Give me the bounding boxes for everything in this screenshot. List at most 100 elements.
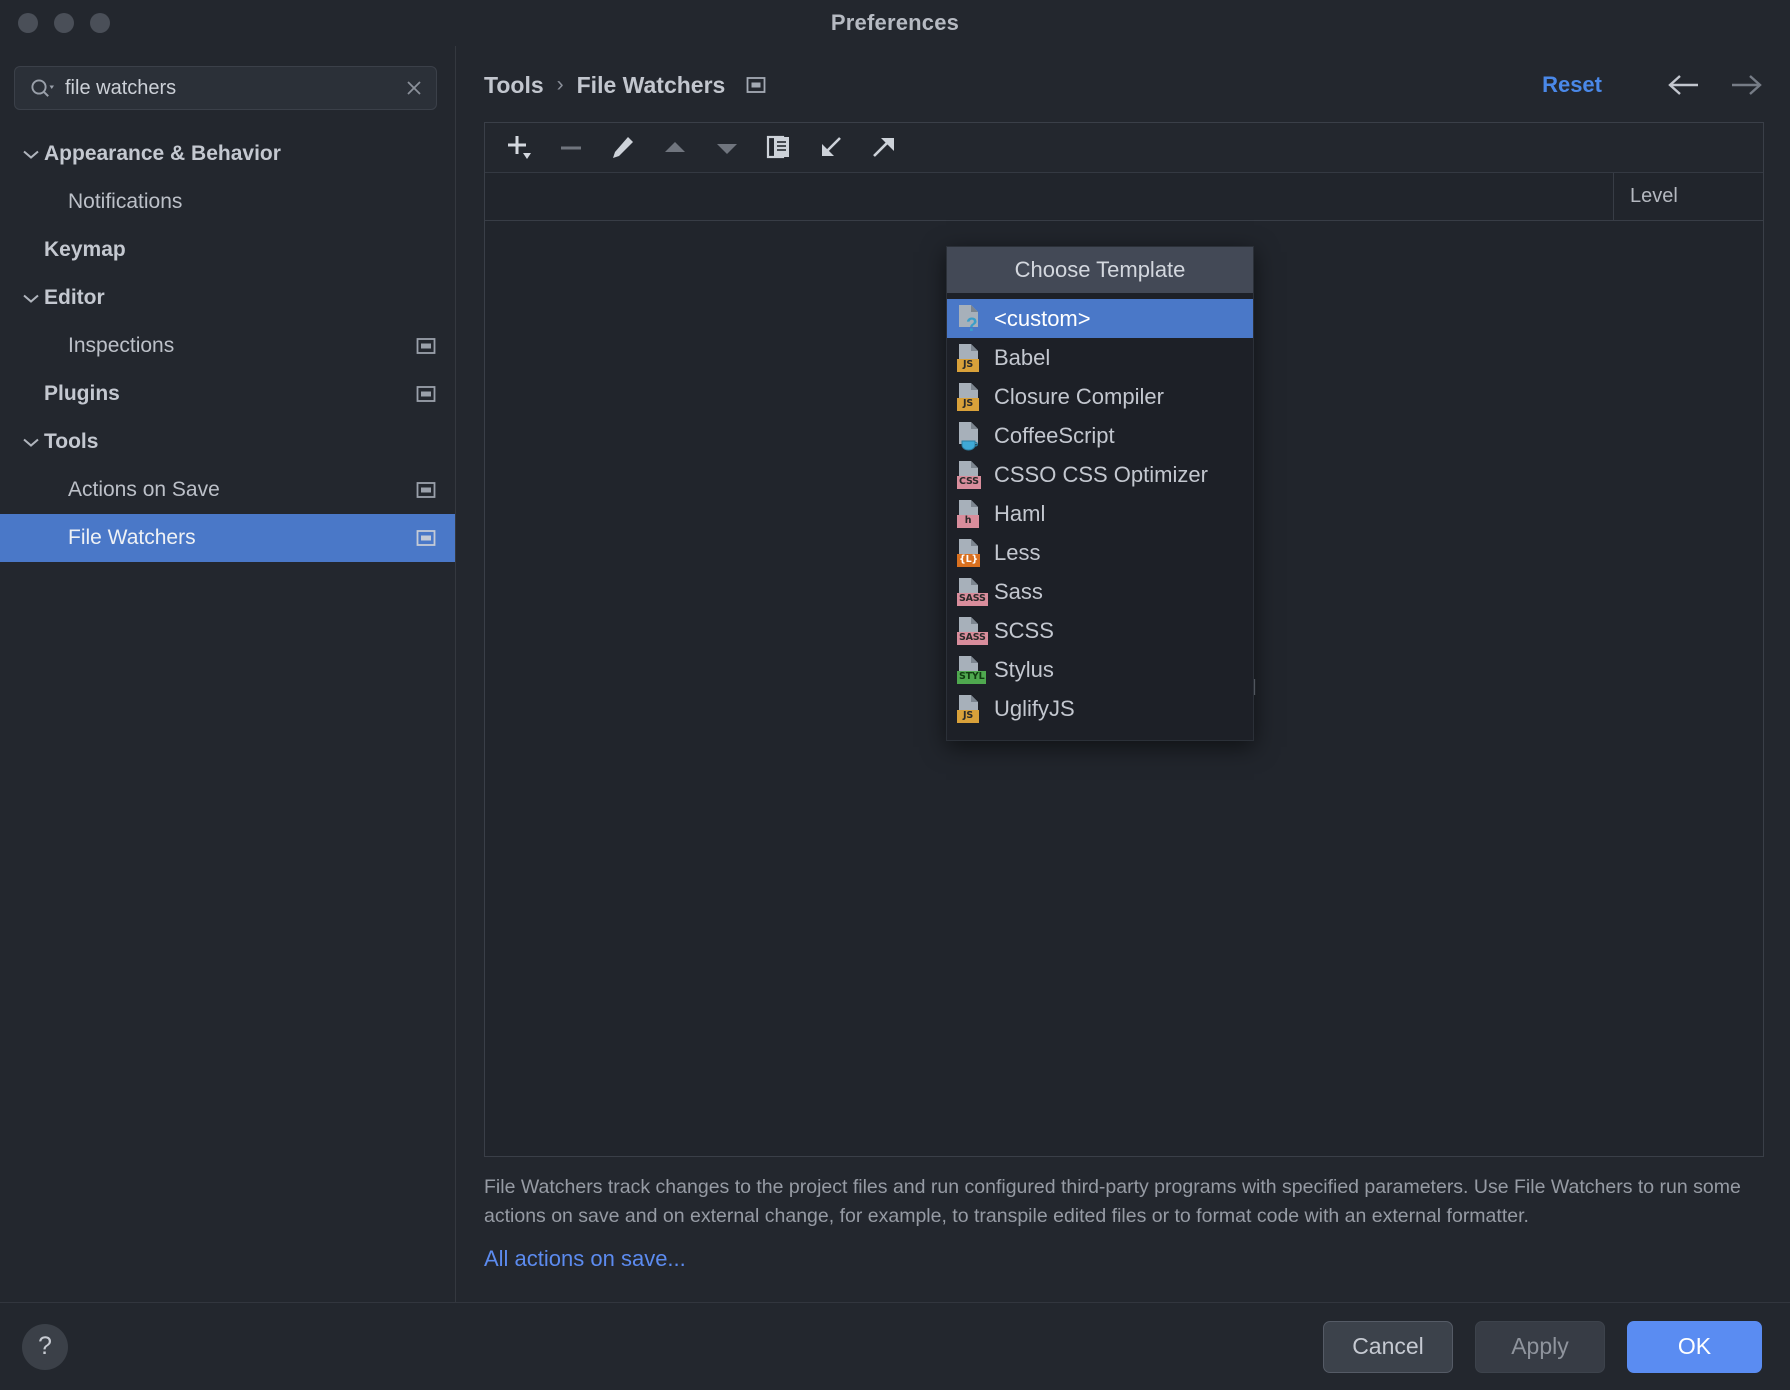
chevron-down-icon[interactable] <box>18 292 44 304</box>
sidebar-item-notifications[interactable]: Notifications <box>0 178 455 226</box>
column-header-level[interactable]: Level <box>1613 173 1763 220</box>
template-item-label: Stylus <box>994 656 1054 682</box>
file-type-badge: SASS <box>957 631 988 645</box>
file-less-icon: {L} <box>957 538 983 568</box>
project-scope-icon[interactable] <box>745 75 767 95</box>
sidebar-item-label: Plugins <box>44 382 120 405</box>
arrow-left-icon[interactable] <box>1664 72 1704 98</box>
settings-sidebar: file watchers Appearance & Behavior Noti… <box>0 46 456 1302</box>
file-sass-icon: SASS <box>957 577 988 607</box>
template-item-babel[interactable]: JS Babel <box>947 338 1253 377</box>
file-js-icon: JS <box>957 694 983 724</box>
file-js-icon: JS <box>957 382 983 412</box>
column-header-description[interactable] <box>485 173 1613 220</box>
main-bottom-padding <box>456 1272 1790 1302</box>
template-item-label: CSSO CSS Optimizer <box>994 461 1208 487</box>
sidebar-item-tools[interactable]: Tools <box>0 418 455 466</box>
remove-button[interactable] <box>545 127 597 169</box>
sidebar-item-inspections[interactable]: Inspections <box>0 322 455 370</box>
ok-button[interactable]: OK <box>1627 1320 1762 1373</box>
file-js-icon: JS <box>957 343 983 373</box>
settings-tree: Appearance & Behavior Notifications Keym… <box>0 124 455 1302</box>
title-bar: Preferences <box>0 0 1790 46</box>
sidebar-item-editor[interactable]: Editor <box>0 274 455 322</box>
move-up-button[interactable] <box>649 127 701 169</box>
sidebar-item-appearance-behavior[interactable]: Appearance & Behavior <box>0 130 455 178</box>
sidebar-item-label: Inspections <box>68 334 175 357</box>
watchers-toolbar <box>485 123 1763 173</box>
copy-button[interactable] <box>753 127 805 169</box>
edit-button[interactable] <box>597 127 649 169</box>
file-type-badge: JS <box>957 709 979 723</box>
search-container: file watchers <box>0 56 455 124</box>
sidebar-item-actions-on-save[interactable]: Actions on Save <box>0 466 455 514</box>
sidebar-item-label: Actions on Save <box>68 478 220 501</box>
chevron-down-icon[interactable] <box>18 148 44 160</box>
apply-button[interactable]: Apply <box>1475 1320 1605 1373</box>
file-coffee-icon <box>957 421 983 451</box>
template-item-sass[interactable]: SASS Sass <box>947 572 1253 611</box>
search-icon <box>29 77 55 99</box>
template-item-less[interactable]: {L} Less <box>947 533 1253 572</box>
file-stylus-icon: STYL <box>957 655 987 685</box>
template-item-csso-css-optimizer[interactable]: CSS CSSO CSS Optimizer <box>947 455 1253 494</box>
project-scope-icon <box>415 528 437 548</box>
window-body: file watchers Appearance & Behavior Noti… <box>0 46 1790 1302</box>
file-type-badge: JS <box>957 397 979 411</box>
coffee-cup-glyph <box>961 440 978 451</box>
settings-main-pane: Tools › File Watchers Reset Level File W… <box>456 46 1790 1302</box>
file-scss-icon: SASS <box>957 616 988 646</box>
template-item-haml[interactable]: h Haml <box>947 494 1253 533</box>
template-item-custom[interactable]: ? <custom> <box>947 299 1253 338</box>
template-item-coffeescript[interactable]: CoffeeScript <box>947 416 1253 455</box>
export-button[interactable] <box>857 127 909 169</box>
add-button[interactable] <box>493 127 545 169</box>
file-type-badge: SASS <box>957 592 988 606</box>
cancel-button[interactable]: Cancel <box>1323 1320 1453 1373</box>
breadcrumb: Tools › File Watchers Reset <box>456 54 1790 116</box>
clear-search-icon[interactable] <box>404 78 424 98</box>
project-scope-icon <box>415 480 437 500</box>
template-item-label: <custom> <box>994 305 1091 331</box>
project-scope-icon <box>415 384 437 404</box>
project-scope-icon <box>415 336 437 356</box>
sidebar-item-label: Keymap <box>44 238 126 261</box>
sidebar-item-keymap[interactable]: Keymap <box>0 226 455 274</box>
sidebar-item-file-watchers[interactable]: File Watchers <box>0 514 455 562</box>
help-button[interactable]: ? <box>22 1323 68 1370</box>
search-input[interactable]: file watchers <box>65 78 394 98</box>
file-haml-icon: h <box>957 499 983 529</box>
template-list: ? <custom> JS Babel JS Closure Compiler … <box>947 293 1253 728</box>
panel-description: File Watchers track changes to the proje… <box>484 1175 1741 1228</box>
choose-template-popup: Choose Template ? <custom> JS Babel JS C… <box>946 246 1254 741</box>
chevron-down-icon[interactable] <box>18 436 44 448</box>
template-item-stylus[interactable]: STYL Stylus <box>947 650 1253 689</box>
import-button[interactable] <box>805 127 857 169</box>
move-down-button[interactable] <box>701 127 753 169</box>
all-actions-on-save-link[interactable]: All actions on save... <box>456 1232 1790 1272</box>
watchers-table-header: Level <box>485 173 1763 221</box>
template-item-closure-compiler[interactable]: JS Closure Compiler <box>947 377 1253 416</box>
arrow-right-icon[interactable] <box>1726 72 1766 98</box>
template-item-label: CoffeeScript <box>994 422 1115 448</box>
template-item-label: Closure Compiler <box>994 383 1164 409</box>
file-custom-icon: ? <box>957 304 983 335</box>
file-type-badge: CSS <box>957 475 981 489</box>
search-box[interactable]: file watchers <box>14 66 437 110</box>
template-item-scss[interactable]: SASS SCSS <box>947 611 1253 650</box>
popup-title: Choose Template <box>947 247 1253 293</box>
sidebar-item-plugins[interactable]: Plugins <box>0 370 455 418</box>
template-item-label: Haml <box>994 500 1046 526</box>
file-type-badge: JS <box>957 358 979 372</box>
template-item-label: Less <box>994 539 1041 565</box>
breadcrumb-item-tools[interactable]: Tools <box>484 72 544 99</box>
template-item-label: Sass <box>994 578 1043 604</box>
file-css-icon: CSS <box>957 460 983 490</box>
sidebar-item-label: Tools <box>44 430 99 453</box>
reset-button[interactable]: Reset <box>1542 72 1602 98</box>
template-item-label: SCSS <box>994 617 1054 643</box>
breadcrumb-item-file-watchers: File Watchers <box>576 71 726 98</box>
file-type-badge: h <box>957 514 979 528</box>
template-item-uglifyjs[interactable]: JS UglifyJS <box>947 689 1253 728</box>
sidebar-item-label: File Watchers <box>68 526 196 549</box>
